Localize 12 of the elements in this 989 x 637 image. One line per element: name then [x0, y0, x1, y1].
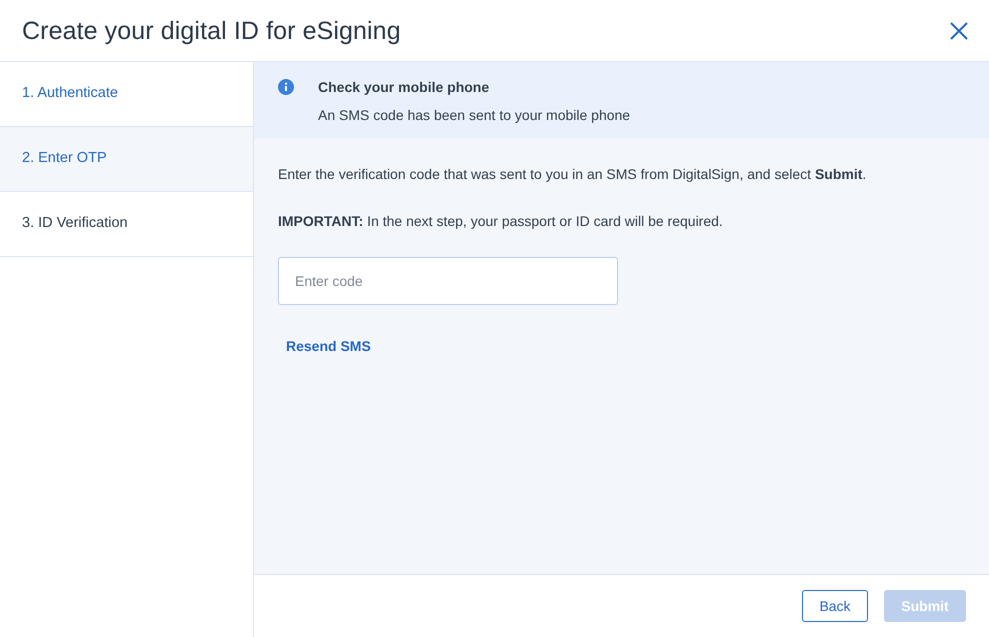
banner-title: Check your mobile phone [318, 78, 490, 97]
back-button[interactable]: Back [802, 590, 868, 622]
step-tab[interactable]: 3. ID Verification [0, 192, 253, 257]
instruction-text: IMPORTANT: In the next step, your passport or ID card will be required. [278, 212, 724, 231]
close-button[interactable] [949, 20, 969, 40]
step-tab[interactable]: 2. Enter OTP [0, 127, 253, 192]
instruction-text: Enter the verification code that was sent to you in an SMS from DigitalSign, and select Submit. [278, 165, 868, 184]
close-icon [949, 20, 969, 40]
resend-sms-link[interactable]: Resend SMS [278, 334, 379, 359]
banner-message: An SMS code has been sent to your mobile phone [318, 106, 630, 125]
dialog-title: Create your digital ID for eSigning [22, 16, 401, 46]
code-input-field[interactable]: Enter code [278, 257, 618, 305]
